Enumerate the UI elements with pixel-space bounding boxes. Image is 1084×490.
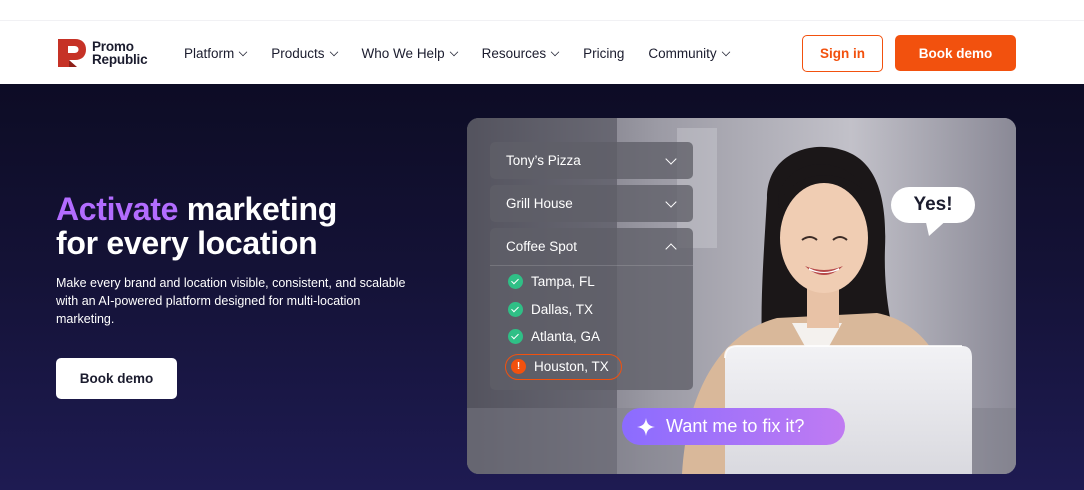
hero-title: Activate marketing for every location xyxy=(56,192,337,260)
list-item[interactable]: Tampa, FL xyxy=(490,268,693,296)
hero-section: Activate marketing for every location Ma… xyxy=(0,84,1084,490)
nav-label: Who We Help xyxy=(361,45,445,61)
hero-title-line-2: for every location xyxy=(56,225,318,261)
check-circle-icon xyxy=(508,329,523,345)
nav-item-products[interactable]: Products xyxy=(271,45,338,61)
chevron-down-icon xyxy=(239,47,248,56)
sign-in-button[interactable]: Sign in xyxy=(802,35,883,72)
main-nav: Platform Products Who We Help Resources … xyxy=(184,21,754,85)
book-demo-hero-button[interactable]: Book demo xyxy=(56,358,177,399)
book-demo-header-button[interactable]: Book demo xyxy=(895,35,1016,71)
list-item[interactable]: Atlanta, GA xyxy=(490,323,693,351)
chevron-down-icon xyxy=(665,195,677,208)
logo-wordmark: Promo Republic xyxy=(92,40,148,67)
warning-icon: ! xyxy=(511,359,526,374)
ai-prompt-text: Want me to fix it? xyxy=(666,416,805,436)
nav-label: Products xyxy=(271,45,325,61)
nav-label: Pricing xyxy=(583,45,625,61)
location-group-dropdown[interactable]: Tony’s Pizza xyxy=(490,142,693,179)
chevron-up-icon xyxy=(665,242,677,255)
list-item[interactable]: Dallas, TX xyxy=(490,296,693,324)
ai-assistant-prompt[interactable]: Want me to fix it? xyxy=(622,408,845,445)
nav-item-pricing[interactable]: Pricing xyxy=(583,46,624,61)
chevron-down-icon xyxy=(449,47,458,56)
logo-mark-icon xyxy=(56,37,88,69)
location-group-dropdown-expanded[interactable]: Coffee Spot Tampa, FL Dallas, TX Atlanta… xyxy=(490,228,693,390)
nav-label: Resources xyxy=(481,45,547,61)
nav-item-resources[interactable]: Resources xyxy=(482,46,560,61)
check-circle-icon xyxy=(508,301,523,317)
nav-label: Community xyxy=(648,45,717,61)
chevron-down-icon xyxy=(721,47,730,56)
hero-title-rest: marketing xyxy=(178,191,338,227)
location-label: Houston, TX xyxy=(534,359,609,374)
nav-label: Platform xyxy=(184,45,235,61)
promorepublic-logo[interactable]: Promo Republic xyxy=(56,37,148,69)
hero-subtitle: Make every brand and location visible, c… xyxy=(56,276,406,326)
chevron-down-icon xyxy=(329,47,338,56)
location-group-dropdown[interactable]: Grill House xyxy=(490,185,693,222)
chevron-down-icon xyxy=(665,152,677,165)
chevron-down-icon xyxy=(550,47,560,56)
list-item-warning[interactable]: ! Houston, TX xyxy=(505,353,622,380)
top-strip xyxy=(0,0,1084,20)
nav-item-who-we-help[interactable]: Who We Help xyxy=(362,46,458,61)
site-header: Promo Republic Platform Products Who We … xyxy=(0,20,1084,84)
hero-visual: Tony’s Pizza Grill House Coffee Spot Tam… xyxy=(467,118,1016,474)
location-label: Tampa, FL xyxy=(531,274,595,290)
location-label: Dallas, TX xyxy=(531,301,594,317)
location-label: Atlanta, GA xyxy=(531,329,601,345)
logo-line-2: Republic xyxy=(92,52,148,67)
check-circle-icon xyxy=(508,274,523,290)
dropdown-label: Grill House xyxy=(506,196,573,211)
sparkle-icon xyxy=(637,417,655,436)
hero-title-accent: Activate xyxy=(56,191,179,227)
nav-item-platform[interactable]: Platform xyxy=(184,45,248,61)
nav-item-community[interactable]: Community xyxy=(648,45,730,61)
dropdown-label: Tony’s Pizza xyxy=(506,153,581,168)
dropdown-label: Coffee Spot xyxy=(506,239,578,254)
speech-bubble-tail-icon xyxy=(925,218,949,236)
location-list: Tampa, FL Dallas, TX Atlanta, GA ! Houst… xyxy=(490,265,693,380)
